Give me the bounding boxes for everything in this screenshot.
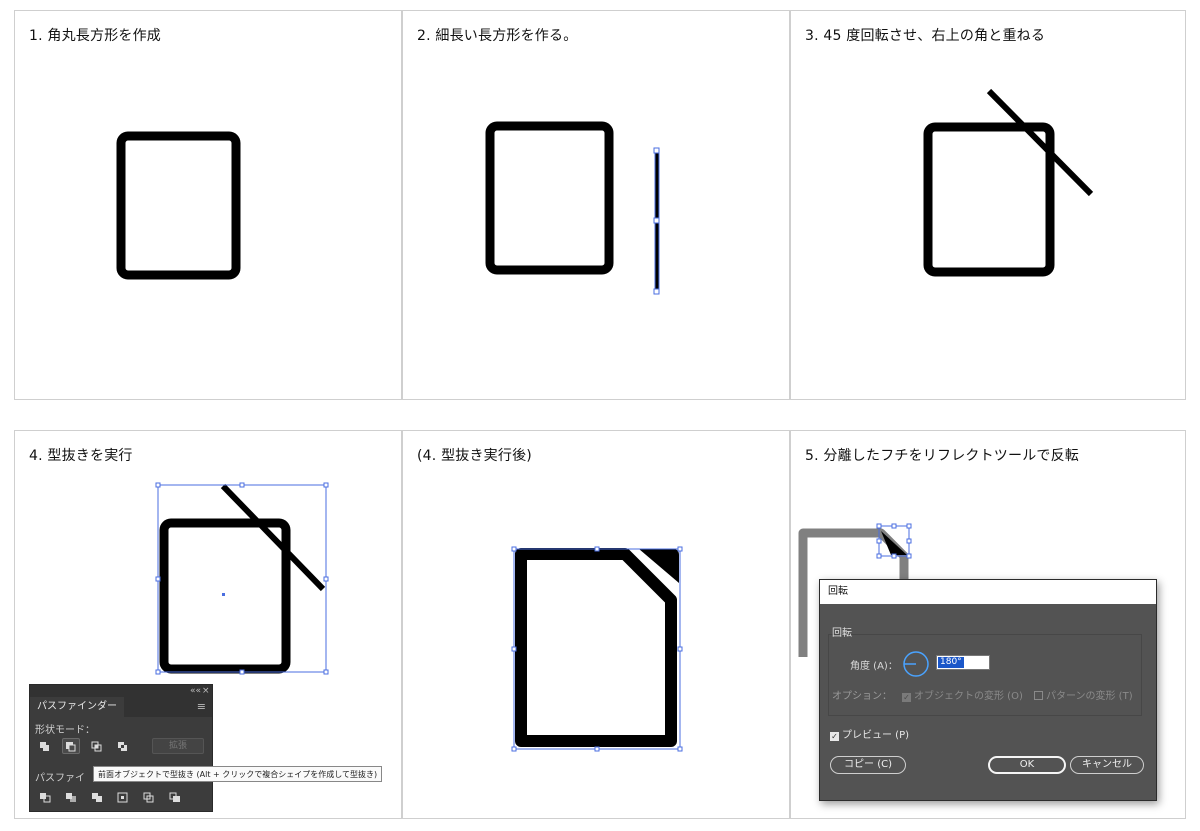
transform-patterns-checkbox[interactable]: パターンの変形 (T) [1034, 687, 1133, 702]
rounded-rectangle-artwork [116, 131, 241, 280]
cancel-button[interactable]: キャンセル [1070, 756, 1144, 774]
rotate-dialog: 回転 回転 角度 (A)： 180° オプション： ✓ オブジェクトの変形 (O)… [819, 579, 1157, 801]
pathfinder-topbar: «« × [30, 685, 212, 697]
tab-pathfinder[interactable]: パスファインダー [30, 697, 124, 717]
unite-button[interactable] [36, 738, 54, 754]
step-panel-1: 1. 角丸長方形を作成 [14, 10, 402, 400]
outline-icon [143, 792, 154, 803]
step-panel-5: (4. 型抜き実行後) [402, 430, 790, 819]
unite-icon [40, 742, 49, 751]
transform-patterns-label: パターンの変形 (T) [1046, 691, 1133, 702]
merge-icon [92, 793, 102, 802]
minus-front-button[interactable] [62, 738, 80, 754]
checkbox-checked-icon: ✓ [830, 732, 839, 741]
close-icon[interactable]: × [202, 685, 210, 697]
copy-button[interactable]: コピー (C) [830, 756, 906, 774]
divide-button[interactable] [36, 789, 54, 805]
merge-button[interactable] [88, 789, 106, 805]
transform-objects-label: オブジェクトの変形 (O) [914, 691, 1023, 702]
checkbox-checked-icon: ✓ [902, 693, 911, 702]
intersect-button[interactable] [88, 738, 106, 754]
divide-icon [40, 793, 51, 803]
intersect-icon [91, 741, 102, 752]
minus-front-tooltip: 前面オブジェクトで型抜き (Alt + クリックで複合シェイプを作成して型抜き) [93, 766, 383, 782]
angle-dial-icon[interactable] [902, 650, 930, 678]
crop-button[interactable] [114, 789, 132, 805]
expand-button[interactable]: 拡張 [152, 738, 204, 754]
pathfinders-label: パスファイ [35, 773, 85, 784]
angle-input[interactable]: 180° [936, 655, 990, 670]
trim-icon [66, 793, 76, 802]
checkbox-unchecked-icon [1034, 691, 1043, 700]
pathfinder-panel: «« × パスファインダー ≡ 形状モード： 拡張 パスファイ 前面オブジェクト… [29, 684, 383, 812]
trim-button[interactable] [62, 789, 80, 805]
step-panel-6: 5. 分離したフチをリフレクトツールで反転 回転 回転 角度 (A)： 180°… [790, 430, 1186, 819]
step-panel-4: 4. 型抜きを実行 «« × パスファインダー ≡ 形状モード： 拡張 パスファ… [14, 430, 402, 819]
transform-objects-checkbox[interactable]: ✓ オブジェクトの変形 (O) [902, 687, 1023, 702]
step-panel-3: 3. 45 度回転させ、右上の角と重ねる [790, 10, 1186, 400]
pathfinder-tabrow: パスファインダー ≡ [30, 697, 212, 717]
shape-modes-label: 形状モード： [35, 725, 95, 736]
panel-menu-icon[interactable]: ≡ [197, 701, 206, 713]
angle-input-value: 180° [938, 657, 964, 668]
preview-label: プレビュー (P) [842, 730, 910, 741]
minus-back-icon [169, 792, 180, 802]
step-panel-2: 2. 細長い長方形を作る。 [402, 10, 790, 400]
exclude-icon [118, 742, 127, 751]
minus-back-button[interactable] [166, 789, 184, 805]
rotate-group-label: 回転 [832, 628, 852, 639]
options-label: オプション： [832, 691, 892, 702]
rotated-bar-overlap-artwork [923, 88, 1094, 277]
minus-front-icon [66, 742, 76, 752]
collapse-icon[interactable]: «« [190, 685, 201, 697]
outline-button[interactable] [140, 789, 158, 805]
angle-label: 角度 (A)： [850, 661, 898, 672]
preview-checkbox[interactable]: ✓ プレビュー (P) [830, 726, 909, 741]
crop-icon [117, 792, 128, 803]
dialog-title: 回転 [820, 580, 1156, 604]
ok-button[interactable]: OK [988, 756, 1066, 774]
exclude-button[interactable] [114, 738, 132, 754]
cutout-result-artwork [511, 546, 683, 752]
rotate-group-box [828, 634, 1142, 716]
rectangle-and-bar-artwork [485, 121, 660, 295]
